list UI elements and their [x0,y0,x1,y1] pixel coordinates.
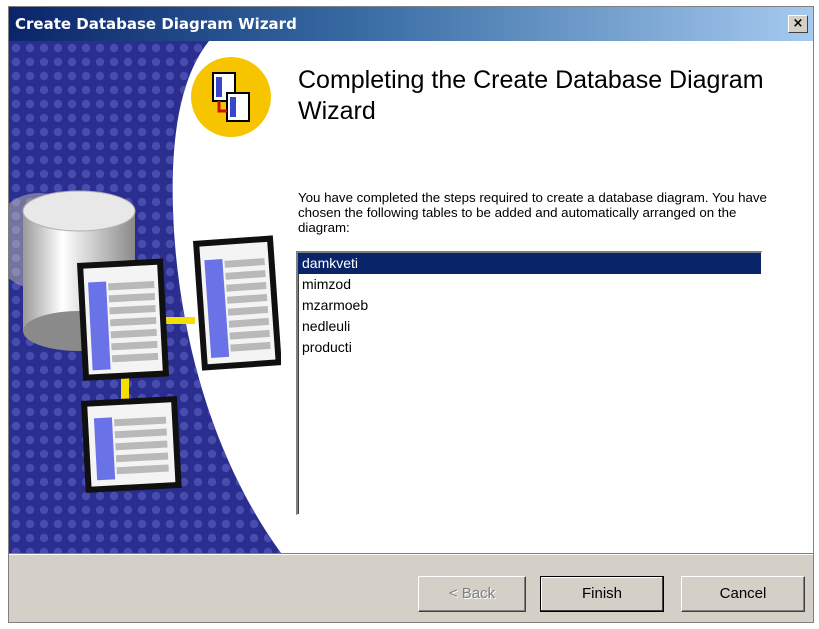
page-heading: Completing the Create Database Diagram W… [298,66,764,125]
page-description: You have completed the steps required to… [298,190,767,235]
diagram-wizard-icon [191,57,271,137]
list-item[interactable]: mimzod [298,274,761,295]
close-button[interactable]: × [788,15,808,33]
back-button[interactable]: < Back [418,576,526,612]
cancel-button[interactable]: Cancel [681,576,805,612]
finish-button[interactable]: Finish [540,576,664,612]
wizard-window: Create Database Diagram Wizard × Complet… [8,6,814,623]
list-item[interactable]: mzarmoeb [298,295,761,316]
list-item[interactable]: nedleuli [298,316,761,337]
footer-divider-highlight [9,554,813,555]
window-title: Create Database Diagram Wizard [15,15,297,33]
title-bar[interactable]: Create Database Diagram Wizard × [9,7,813,41]
tables-listbox[interactable]: damkveti mimzod mzarmoeb nedleuli produc… [296,251,762,515]
list-item[interactable]: producti [298,337,761,358]
list-item[interactable]: damkveti [298,253,761,274]
close-icon: × [792,16,804,31]
